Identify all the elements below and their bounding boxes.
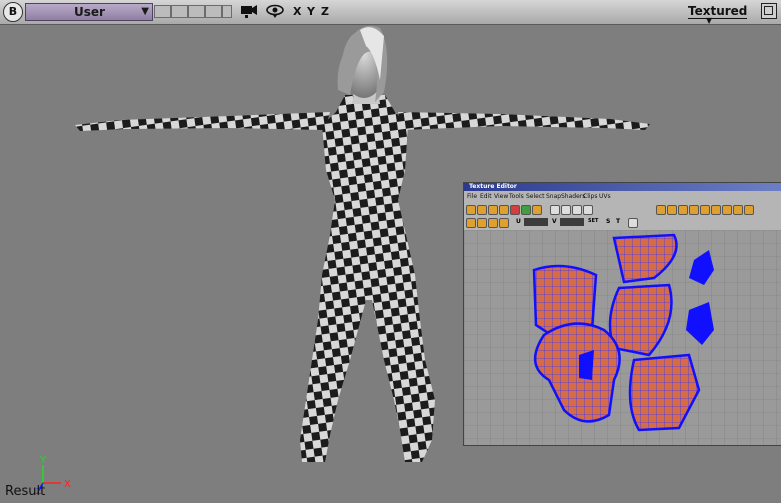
tool-icon[interactable] (477, 218, 487, 228)
tool-icon[interactable] (499, 218, 509, 228)
tool-icon[interactable] (466, 205, 476, 215)
tool-icon[interactable] (532, 205, 542, 215)
memo-slot-3[interactable] (188, 5, 205, 18)
set-button[interactable]: SET (588, 218, 598, 224)
tool-icon[interactable] (667, 205, 677, 215)
menu-tools[interactable]: Tools (509, 193, 524, 200)
tool-icon[interactable] (700, 205, 710, 215)
menu-clips[interactable]: Clips (583, 193, 597, 200)
memo-slot-1[interactable] (154, 5, 171, 18)
tool-icon[interactable] (510, 205, 520, 215)
tool-icon[interactable] (722, 205, 732, 215)
shading-mode-select[interactable]: Textured ▼ (688, 4, 748, 25)
s-button[interactable]: S (606, 218, 610, 225)
3d-viewport[interactable]: Texture Editor File Edit View Tools Sele… (0, 25, 781, 503)
rotate-tool-icon[interactable] (572, 205, 582, 215)
tool-icon[interactable] (521, 205, 531, 215)
tool-icon[interactable] (499, 205, 509, 215)
u-value-field[interactable] (524, 218, 548, 226)
camera-select[interactable]: User ▼ (25, 3, 153, 21)
tool-icon[interactable] (477, 205, 487, 215)
v-value-field[interactable] (560, 218, 584, 226)
uv-islands (464, 230, 781, 445)
texture-editor-menubar: File Edit View Tools Select Snap Shaders… (464, 192, 781, 202)
tool-icon[interactable] (733, 205, 743, 215)
memo-slot-5[interactable] (222, 5, 232, 18)
menu-edit[interactable]: Edit (480, 193, 492, 200)
chevron-down-icon: ▼ (141, 6, 149, 17)
menu-shaders[interactable]: Shaders (561, 193, 585, 200)
t-button[interactable]: T (616, 218, 620, 225)
tool-icon[interactable] (628, 218, 638, 228)
tool-icon[interactable] (656, 205, 666, 215)
menu-select[interactable]: Select (526, 193, 545, 200)
tool-icon[interactable] (744, 205, 754, 215)
camera-label: User (74, 5, 105, 19)
menu-file[interactable]: File (467, 193, 477, 200)
scale-tool-icon[interactable] (583, 205, 593, 215)
u-label: U (516, 218, 521, 225)
x-axis-label: X (64, 479, 71, 490)
memo-slot-2[interactable] (171, 5, 188, 18)
viewport-toolbar: B User ▼ X Y Z Textured ▼ (0, 0, 781, 25)
menu-snap[interactable]: Snap (546, 193, 561, 200)
v-label: V (552, 218, 557, 225)
tool-icon[interactable] (711, 205, 721, 215)
select-tool-icon[interactable] (550, 205, 560, 215)
texture-editor-title: Texture Editor (464, 183, 781, 191)
tool-icon[interactable] (466, 218, 476, 228)
maximize-icon[interactable] (761, 3, 777, 19)
eye-icon[interactable] (266, 3, 284, 23)
texture-editor-window[interactable]: Texture Editor File Edit View Tools Sele… (463, 182, 781, 446)
y-axis-label: Y (39, 455, 47, 466)
memo-slot-4[interactable] (205, 5, 222, 18)
tool-icon[interactable] (488, 218, 498, 228)
camera-icon[interactable] (240, 3, 258, 23)
viewport-menu-button[interactable]: B (3, 2, 23, 22)
move-tool-icon[interactable] (561, 205, 571, 215)
chevron-down-icon: ▼ (706, 16, 713, 25)
texture-editor-toolbar-2: U V SET S T (466, 218, 776, 228)
axis-x-button[interactable]: X (293, 5, 301, 18)
viewport-status-label: Result (5, 484, 46, 499)
axis-z-button[interactable]: Z (321, 5, 329, 18)
menu-view[interactable]: View (494, 193, 508, 200)
uv-canvas[interactable] (464, 230, 781, 445)
tool-icon[interactable] (678, 205, 688, 215)
shading-mode-label: Textured (688, 4, 748, 19)
tool-icon[interactable] (689, 205, 699, 215)
menu-uvs[interactable]: UVs (599, 193, 611, 200)
axis-y-button[interactable]: Y (307, 5, 315, 18)
tool-icon[interactable] (488, 205, 498, 215)
